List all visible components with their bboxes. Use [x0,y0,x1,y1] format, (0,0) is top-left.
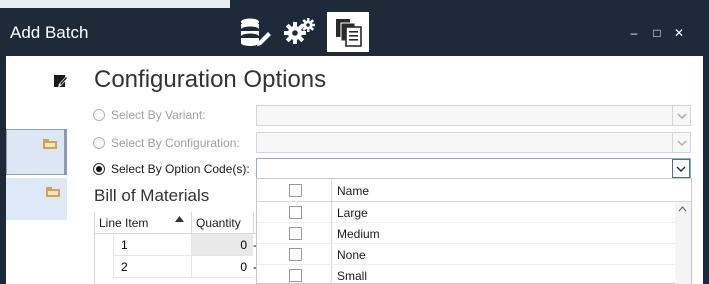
scroll-up-icon[interactable] [678,206,687,212]
database-edit-button[interactable] [233,12,275,52]
chevron-down-icon [676,166,686,172]
window-border-right [703,56,709,284]
quantity-cell[interactable]: 0 [191,256,253,278]
option-codes-combo[interactable] [256,158,691,179]
row-header [95,256,113,278]
minimize-button[interactable]: ‒ [626,26,642,40]
edit-note-icon[interactable] [53,73,69,89]
dropdown-button[interactable] [672,159,690,178]
item-label: None [337,248,366,262]
radio-button[interactable] [93,163,105,175]
vertical-scrollbar[interactable] [675,202,691,284]
list-item[interactable]: Medium [257,223,675,244]
option-codes-dropdown-list: Name Large Medium None Small [256,178,692,284]
line-item-cell: 2 [113,256,191,278]
settings-button[interactable] [279,12,321,52]
background-window-strip [0,0,709,8]
sort-ascending-icon [175,216,184,222]
item-checkbox[interactable] [289,248,302,261]
gears-icon [284,18,315,44]
window-title: Add Batch [10,23,89,42]
dropdown-button[interactable] [672,106,690,125]
item-checkbox[interactable] [289,206,302,219]
documents-button[interactable] [327,12,369,52]
item-checkbox[interactable] [289,227,302,240]
bill-of-materials-title: Bill of Materials [94,186,210,205]
table-row[interactable]: 1 0 - [95,234,260,256]
folder-icon [43,139,57,149]
quantity-cell[interactable]: 0 [191,234,253,256]
variant-combo[interactable] [256,105,691,126]
radio-label: Select By Variant: [111,108,206,122]
list-header: Name [257,179,691,202]
column-header-name[interactable]: Name [337,184,369,198]
dropdown-button[interactable] [672,133,690,152]
radio-button[interactable] [93,109,105,121]
option-select-by-configuration[interactable]: Select By Configuration: [93,136,240,150]
grid-header: Line Item Quantity I [95,212,260,234]
option-select-by-variant[interactable]: Select By Variant: [93,108,206,122]
select-all-checkbox[interactable] [289,184,302,197]
list-item[interactable]: None [257,244,675,265]
line-item-cell: 1 [113,234,191,256]
title-bar: Add Batch ‒ □ ✕ [0,8,709,56]
column-divider [191,212,192,234]
chevron-down-icon [677,113,686,119]
column-divider [253,212,254,234]
list-item[interactable]: Large [257,202,675,223]
background-window-tab [0,0,230,8]
configuration-combo[interactable] [256,132,691,153]
batch-card[interactable] [6,129,67,175]
database-edit-icon [241,18,271,46]
item-label: Small [337,269,368,283]
radio-label: Select By Configuration: [111,136,240,150]
bill-of-materials-grid: Line Item Quantity I 1 0 - 2 0 - [94,212,260,284]
column-header-line-item[interactable]: Line Item [99,216,148,230]
table-row[interactable]: 2 0 - [95,256,260,278]
batch-card[interactable] [6,178,67,220]
item-checkbox[interactable] [289,269,302,282]
list-item[interactable]: Small [257,265,675,284]
close-button[interactable]: ✕ [671,26,687,40]
chevron-down-icon [677,140,686,146]
radio-label: Select By Option Code(s): [111,162,250,176]
maximize-button[interactable]: □ [649,26,665,40]
dialog-content: Configuration Options Select By Variant:… [6,56,703,284]
row-header [95,234,113,256]
column-header-quantity[interactable]: Quantity [196,216,241,230]
page-title: Configuration Options [94,66,327,93]
folder-icon [46,187,60,197]
documents-icon [336,19,362,47]
item-label: Large [337,206,368,220]
option-select-by-option-codes[interactable]: Select By Option Code(s): [93,162,250,176]
item-label: Medium [337,227,380,241]
radio-button[interactable] [93,137,105,149]
